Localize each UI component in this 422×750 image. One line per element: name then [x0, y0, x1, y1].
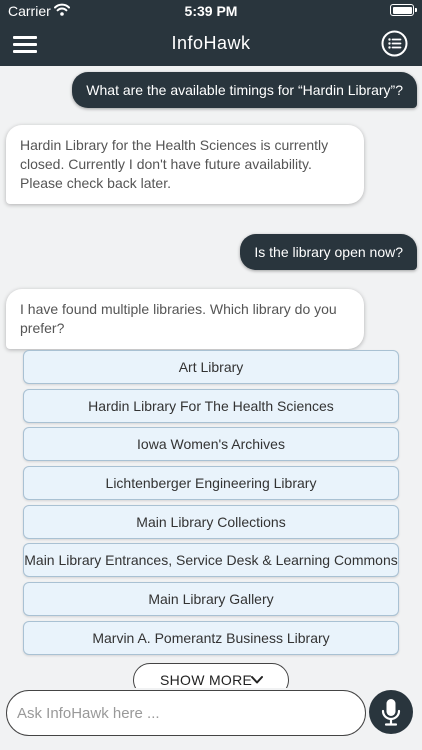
option-lichtenberger-engineering-library[interactable]: Lichtenberger Engineering Library [23, 466, 399, 501]
microphone-icon [381, 699, 401, 726]
option-main-library-collections[interactable]: Main Library Collections [23, 504, 399, 539]
option-hardin-library[interactable]: Hardin Library For The Health Sciences [23, 388, 399, 423]
input-bar [0, 688, 422, 750]
library-options: Art Library Hardin Library For The Healt… [23, 350, 399, 660]
battery-icon [390, 4, 417, 16]
list-menu-icon[interactable] [381, 30, 408, 57]
option-main-library-entrances[interactable]: Main Library Entrances, Service Desk & L… [23, 543, 399, 578]
status-bar: Carrier 5:39 PM [0, 0, 422, 22]
user-message: What are the available timings for “Hard… [72, 72, 417, 108]
option-art-library[interactable]: Art Library [23, 350, 399, 384]
ask-input[interactable] [6, 690, 366, 736]
chevron-down-icon [251, 676, 263, 684]
nav-bar: InfoHawk [0, 22, 422, 66]
bot-message: Hardin Library for the Health Sciences i… [6, 125, 364, 204]
bot-message: I have found multiple libraries. Which l… [6, 289, 364, 349]
option-iowa-womens-archives[interactable]: Iowa Women's Archives [23, 427, 399, 462]
show-more-button[interactable]: SHOW MORE [133, 663, 289, 688]
mic-button[interactable] [369, 690, 413, 734]
user-message: Is the library open now? [240, 234, 417, 270]
status-time: 5:39 PM [184, 3, 238, 19]
option-pomerantz-business-library[interactable]: Marvin A. Pomerantz Business Library [23, 620, 399, 655]
option-main-library-gallery[interactable]: Main Library Gallery [23, 582, 399, 617]
app-title: InfoHawk [171, 33, 251, 53]
show-more-label: SHOW MORE [160, 672, 253, 688]
chat-area[interactable]: What are the available timings for “Hard… [0, 66, 422, 688]
hamburger-menu-icon[interactable] [13, 34, 37, 54]
